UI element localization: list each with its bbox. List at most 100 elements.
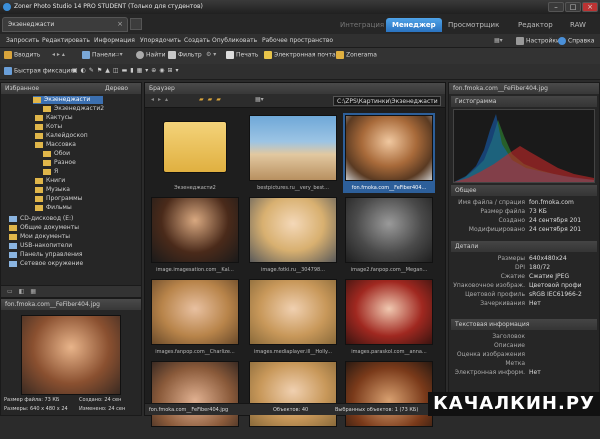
- find-button[interactable]: Найти: [136, 51, 165, 59]
- photo-thumbnail[interactable]: image2.fanpop.com__Megan...: [343, 195, 435, 275]
- mode-editor[interactable]: Редактор: [512, 18, 559, 32]
- photo-thumbnail[interactable]: [149, 359, 241, 439]
- thumbnail-caption: Экзенеджасти2: [174, 185, 216, 191]
- tree-item-label: Коты: [46, 123, 63, 130]
- tree-item[interactable]: Массовка: [35, 141, 76, 149]
- printer-icon: [226, 51, 234, 59]
- photo-thumbnail[interactable]: images.paraskol.com__anna...: [343, 277, 435, 357]
- tree-item[interactable]: Фильмы: [35, 204, 72, 212]
- arrange-icons[interactable]: ⚙ ▾: [206, 51, 216, 58]
- property-key: Цветовой профиль: [465, 291, 525, 298]
- photo-thumbnail[interactable]: image.imagesation.com__Kal...: [149, 195, 241, 275]
- grid-view-icon[interactable]: ▦▾: [494, 37, 503, 44]
- edit-tools-icons[interactable]: ▣◐✎⚑▲◫▬▮▦▾⊕◉⊞▾: [72, 67, 182, 74]
- menu-item-publish[interactable]: Опубликовать: [212, 37, 257, 44]
- new-tab-button[interactable]: [130, 18, 142, 30]
- property-key: Размер файла: [480, 208, 525, 215]
- thumbnail-caption: images.fanpop.com__Charlize...: [155, 349, 235, 355]
- tree-item[interactable]: USB-накопители: [9, 242, 72, 250]
- tree-item-label: Общие документы: [20, 224, 79, 231]
- print-button[interactable]: Печать: [226, 51, 258, 59]
- photo-thumbnail[interactable]: image.fotki.ru__304798...: [247, 195, 339, 275]
- folder-icon: [35, 177, 43, 184]
- quick-fix-button[interactable]: Быстрая фиксация: [4, 67, 74, 75]
- mode-integration[interactable]: Интеграция: [334, 18, 390, 32]
- photo-thumbnail[interactable]: [343, 359, 435, 439]
- tree-item[interactable]: Кактусы: [35, 114, 73, 122]
- details-section[interactable]: Детали: [451, 241, 597, 252]
- close-tab-icon[interactable]: ×: [117, 20, 123, 28]
- email-button[interactable]: Электронная почта: [264, 51, 336, 59]
- browser-nav-bar: ◂▸▴ ▰▰▰ ▦▾ C:\ZPS\Картинки\Экзенеджасти: [145, 94, 445, 108]
- photo-thumbnail[interactable]: fon.fmoka.com__FeFiber404...: [343, 113, 435, 193]
- tree-tab[interactable]: Дерево: [105, 85, 128, 92]
- menu-item-create[interactable]: Создать: [184, 37, 210, 44]
- photo-image: [345, 197, 433, 263]
- help-button[interactable]: Справка: [558, 37, 594, 45]
- view-options-icon[interactable]: ▭▾: [114, 51, 123, 58]
- tree-item[interactable]: Музыка: [35, 186, 70, 194]
- text-info-section[interactable]: Текстовая информация: [451, 319, 597, 330]
- tree-item[interactable]: Панель управления: [9, 251, 83, 259]
- tree-item[interactable]: Разное: [43, 159, 76, 167]
- minimize-button[interactable]: –: [548, 2, 564, 12]
- tree-item-label: Разное: [54, 159, 76, 166]
- property-row: DPI 180/72: [451, 264, 597, 272]
- mode-manager[interactable]: Менеджер: [386, 18, 442, 32]
- property-row: Электронная информ. Нет: [451, 369, 597, 377]
- tree-item[interactable]: CD-дисковод (E:): [9, 215, 73, 223]
- folder-thumbnail[interactable]: Экзенеджасти2: [149, 113, 241, 193]
- folder-icon: [43, 168, 51, 175]
- photo-image: [249, 361, 337, 427]
- tree-item[interactable]: Экзенеджасти2: [43, 105, 104, 113]
- tree-item-label: Фильмы: [46, 204, 72, 211]
- menu-item-info[interactable]: Информация: [94, 37, 135, 44]
- tree-item[interactable]: Экзенеджасти: [33, 96, 103, 104]
- histogram-section[interactable]: Гистограмма: [451, 96, 597, 107]
- nav-arrows-icon[interactable]: ◂▸▴: [151, 96, 172, 103]
- folder-tools-icon[interactable]: ▰▰▰: [199, 96, 225, 103]
- settings-button[interactable]: Настройки: [516, 37, 560, 45]
- tree-item[interactable]: Мои документы: [9, 233, 70, 241]
- folder-icon: [35, 132, 43, 139]
- favorites-tab[interactable]: Избранное: [5, 85, 39, 92]
- path-field[interactable]: C:\ZPS\Картинки\Экзенеджасти: [333, 96, 441, 106]
- tree-item[interactable]: Сетевое окружение: [9, 260, 83, 268]
- import-button[interactable]: Вводить: [4, 51, 40, 59]
- folder-icon: [43, 150, 51, 157]
- photo-image: [151, 279, 239, 345]
- tree-item[interactable]: Книги: [35, 177, 65, 185]
- photo-thumbnail[interactable]: bestpictures.ru__very_best...: [247, 113, 339, 193]
- zonerama-button[interactable]: Zonerama: [336, 51, 377, 59]
- tree-item[interactable]: Общие документы: [9, 224, 79, 232]
- panels-button[interactable]: Панели: [82, 51, 116, 59]
- app-icon: [3, 3, 11, 11]
- photo-thumbnail[interactable]: images.mediaplayer.ill__Holly...: [247, 277, 339, 357]
- view-mode-icon[interactable]: ▦▾: [255, 96, 264, 103]
- tree-item[interactable]: Программы: [35, 195, 82, 203]
- menu-item-organize[interactable]: Упорядочить: [140, 37, 181, 44]
- document-tab[interactable]: Экзенеджасти ×: [2, 17, 128, 32]
- general-section[interactable]: Общее: [451, 185, 597, 196]
- filter-button[interactable]: Фильтр: [168, 51, 202, 59]
- photo-thumbnail[interactable]: [247, 359, 339, 439]
- maximize-button[interactable]: □: [565, 2, 581, 12]
- mode-viewer[interactable]: Просмотрщик: [442, 18, 505, 32]
- photo-thumbnail[interactable]: images.fanpop.com__Charlize...: [149, 277, 241, 357]
- back-forward-icons[interactable]: ◂ ▸ ▴: [52, 51, 65, 58]
- menu-item-acquire[interactable]: Запросить: [6, 37, 39, 44]
- tree-item[interactable]: Я: [43, 168, 58, 176]
- folder-icon: [43, 159, 51, 166]
- tree-item[interactable]: Коты: [35, 123, 62, 131]
- property-row: Упаковочное изображ. Цветовой профи: [451, 282, 597, 290]
- navigator-tool-icons[interactable]: ▭◧▦: [7, 288, 42, 295]
- menu-item-workspace[interactable]: Рабочее пространство: [262, 37, 333, 44]
- tree-item[interactable]: Калейдоскоп: [35, 132, 88, 140]
- tree-item[interactable]: Обои: [43, 150, 70, 158]
- mode-raw[interactable]: RAW: [564, 18, 592, 32]
- network-icon: [9, 260, 17, 267]
- close-button[interactable]: ×: [582, 2, 598, 12]
- menu-item-edit[interactable]: Редактировать: [42, 37, 90, 44]
- tree-item-label: Калейдоскоп: [46, 132, 88, 139]
- browser-header: Браузер: [145, 83, 445, 94]
